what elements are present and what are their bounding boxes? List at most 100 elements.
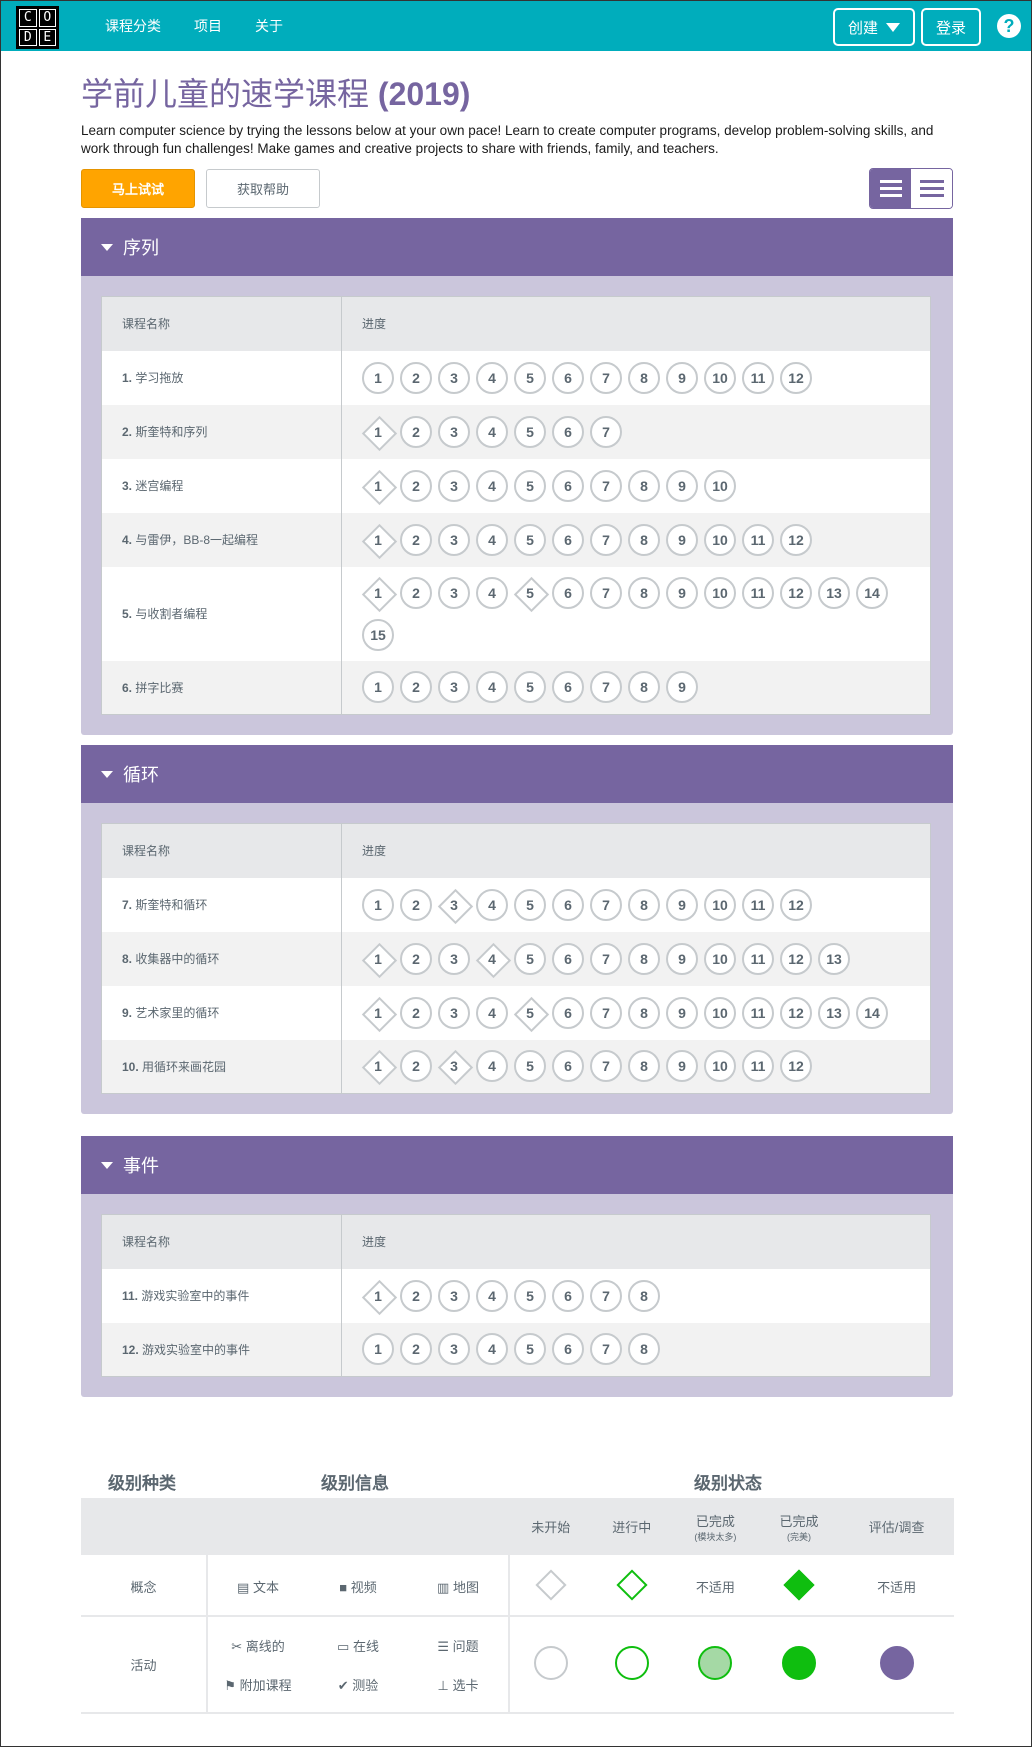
level-bubble[interactable]: 2 <box>400 1279 432 1312</box>
level-bubble[interactable]: 4 <box>476 1279 508 1312</box>
level-bubble[interactable]: 2 <box>400 888 432 921</box>
level-bubble[interactable]: 9 <box>666 576 698 609</box>
level-bubble[interactable]: 2 <box>400 415 432 448</box>
create-dropdown-button[interactable]: 创建 <box>833 8 915 46</box>
level-bubble[interactable]: 5 <box>514 523 546 556</box>
level-bubble[interactable]: 1 <box>362 888 394 921</box>
level-bubble[interactable]: 12 <box>780 888 812 921</box>
level-bubble[interactable]: 7 <box>590 942 622 975</box>
level-bubble[interactable]: 2 <box>400 469 432 502</box>
lesson-name[interactable]: 8. 收集器中的循环 <box>101 931 342 986</box>
level-bubble[interactable]: 5 <box>514 1279 546 1312</box>
level-diamond[interactable]: 1 <box>362 943 394 975</box>
level-diamond[interactable]: 1 <box>362 1050 394 1082</box>
level-bubble[interactable]: 6 <box>552 415 584 448</box>
level-bubble[interactable]: 12 <box>780 576 812 609</box>
lesson-name[interactable]: 6. 拼字比赛 <box>101 660 342 715</box>
lesson-name[interactable]: 2. 斯奎特和序列 <box>101 404 342 459</box>
level-bubble[interactable]: 4 <box>476 996 508 1029</box>
level-diamond[interactable]: 5 <box>514 997 546 1029</box>
level-bubble[interactable]: 7 <box>590 671 622 704</box>
level-bubble[interactable]: 7 <box>590 576 622 609</box>
section-header[interactable]: 事件 <box>81 1136 953 1194</box>
level-bubble[interactable]: 15 <box>362 618 394 651</box>
level-bubble[interactable]: 7 <box>590 1050 622 1083</box>
level-bubble[interactable]: 4 <box>476 1050 508 1083</box>
level-bubble[interactable]: 4 <box>476 415 508 448</box>
level-bubble[interactable]: 2 <box>400 1333 432 1366</box>
try-now-button[interactable]: 马上试试 <box>81 169 195 208</box>
level-bubble[interactable]: 9 <box>666 942 698 975</box>
level-diamond[interactable]: 1 <box>362 577 394 609</box>
level-bubble[interactable]: 10 <box>704 469 736 502</box>
level-bubble[interactable]: 12 <box>780 996 812 1029</box>
level-diamond[interactable]: 1 <box>362 1280 394 1312</box>
help-icon[interactable]: ? <box>997 14 1021 38</box>
level-bubble[interactable]: 1 <box>362 671 394 704</box>
lesson-name[interactable]: 1. 学习拖放 <box>101 350 342 405</box>
level-bubble[interactable]: 10 <box>704 523 736 556</box>
level-diamond[interactable]: 5 <box>514 577 546 609</box>
level-bubble[interactable]: 1 <box>362 361 394 394</box>
level-bubble[interactable]: 6 <box>552 469 584 502</box>
level-bubble[interactable]: 3 <box>438 415 470 448</box>
level-bubble[interactable]: 8 <box>628 671 660 704</box>
level-bubble[interactable]: 8 <box>628 1050 660 1083</box>
level-bubble[interactable]: 6 <box>552 1279 584 1312</box>
level-bubble[interactable]: 4 <box>476 361 508 394</box>
level-bubble[interactable]: 11 <box>742 942 774 975</box>
level-bubble[interactable]: 2 <box>400 671 432 704</box>
level-bubble[interactable]: 6 <box>552 942 584 975</box>
level-bubble[interactable]: 4 <box>476 469 508 502</box>
level-bubble[interactable]: 6 <box>552 888 584 921</box>
summary-view-button[interactable] <box>911 169 952 208</box>
level-bubble[interactable]: 4 <box>476 671 508 704</box>
lesson-name[interactable]: 7. 斯奎特和循环 <box>101 877 342 932</box>
lesson-name[interactable]: 9. 艺术家里的循环 <box>101 985 342 1040</box>
level-bubble[interactable]: 12 <box>780 361 812 394</box>
level-bubble[interactable]: 3 <box>438 1279 470 1312</box>
level-bubble[interactable]: 10 <box>704 888 736 921</box>
level-bubble[interactable]: 13 <box>818 942 850 975</box>
level-bubble[interactable]: 7 <box>590 469 622 502</box>
level-bubble[interactable]: 6 <box>552 576 584 609</box>
level-bubble[interactable]: 3 <box>438 996 470 1029</box>
level-bubble[interactable]: 7 <box>590 361 622 394</box>
level-bubble[interactable]: 5 <box>514 469 546 502</box>
login-button[interactable]: 登录 <box>921 8 981 46</box>
lesson-name[interactable]: 3. 迷宫编程 <box>101 458 342 513</box>
level-bubble[interactable]: 8 <box>628 888 660 921</box>
get-help-button[interactable]: 获取帮助 <box>206 169 320 208</box>
level-bubble[interactable]: 4 <box>476 523 508 556</box>
level-bubble[interactable]: 4 <box>476 1333 508 1366</box>
level-bubble[interactable]: 6 <box>552 1050 584 1083</box>
level-bubble[interactable]: 7 <box>590 888 622 921</box>
level-bubble[interactable]: 10 <box>704 576 736 609</box>
level-bubble[interactable]: 2 <box>400 576 432 609</box>
level-bubble[interactable]: 3 <box>438 671 470 704</box>
level-bubble[interactable]: 6 <box>552 996 584 1029</box>
nav-about[interactable]: 关于 <box>255 16 283 36</box>
level-bubble[interactable]: 10 <box>704 361 736 394</box>
level-diamond[interactable]: 4 <box>476 943 508 975</box>
level-bubble[interactable]: 11 <box>742 888 774 921</box>
code-logo[interactable]: C O D E <box>16 6 59 49</box>
level-bubble[interactable]: 11 <box>742 1050 774 1083</box>
level-diamond[interactable]: 3 <box>438 1050 470 1082</box>
level-bubble[interactable]: 9 <box>666 361 698 394</box>
level-bubble[interactable]: 9 <box>666 888 698 921</box>
level-bubble[interactable]: 12 <box>780 1050 812 1083</box>
level-bubble[interactable]: 12 <box>780 523 812 556</box>
level-bubble[interactable]: 14 <box>856 996 888 1029</box>
level-bubble[interactable]: 3 <box>438 1333 470 1366</box>
level-bubble[interactable]: 3 <box>438 576 470 609</box>
level-bubble[interactable]: 10 <box>704 942 736 975</box>
level-bubble[interactable]: 8 <box>628 523 660 556</box>
level-bubble[interactable]: 2 <box>400 1050 432 1083</box>
level-bubble[interactable]: 5 <box>514 942 546 975</box>
level-bubble[interactable]: 7 <box>590 415 622 448</box>
level-diamond[interactable]: 1 <box>362 416 394 448</box>
level-bubble[interactable]: 13 <box>818 576 850 609</box>
level-bubble[interactable]: 3 <box>438 469 470 502</box>
level-bubble[interactable]: 11 <box>742 361 774 394</box>
